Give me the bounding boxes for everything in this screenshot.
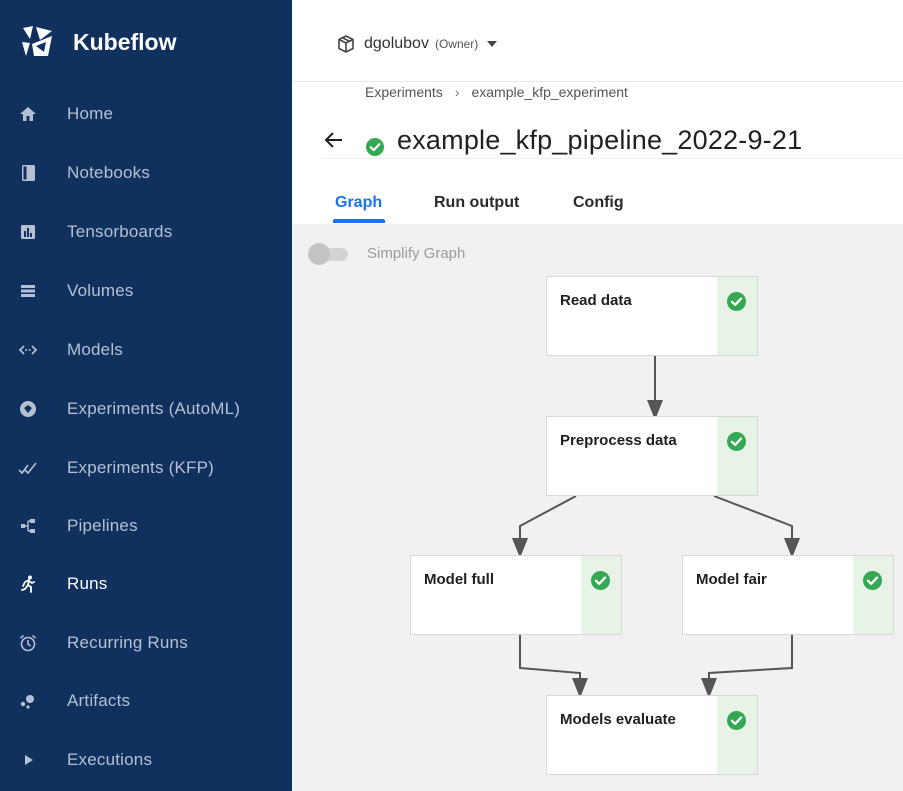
node-status — [717, 696, 757, 774]
sidebar-item-label: Volumes — [67, 281, 134, 300]
sidebar-item-volumes[interactable]: Volumes — [0, 271, 292, 311]
sidebar-item-label: Executions — [67, 750, 153, 769]
node-label: Models evaluate — [560, 711, 676, 728]
namespace-user: dgolubov — [364, 35, 429, 52]
success-check-icon — [727, 711, 746, 730]
sidebar-item-label: Artifacts — [67, 691, 131, 710]
sidebar-item-tensorboards[interactable]: Tensorboards — [0, 212, 292, 252]
tab-run-output[interactable]: Run output — [434, 194, 519, 212]
cube-icon — [338, 35, 354, 53]
pipeline-node-model-full[interactable]: Model full — [410, 555, 622, 635]
pipeline-node-read-data[interactable]: Read data — [546, 276, 758, 356]
node-label: Read data — [560, 292, 632, 309]
tab-bar: Graph Run output Config — [292, 180, 903, 224]
node-status — [717, 277, 757, 355]
sidebar-item-label: Home — [67, 104, 114, 123]
sidebar-item-label: Experiments (KFP) — [67, 458, 214, 477]
sidebar-item-artifacts[interactable]: Artifacts — [0, 681, 292, 721]
page-title: example_kfp_pipeline_2022-9-21 — [397, 124, 803, 155]
sidebar-item-notebooks[interactable]: Notebooks — [0, 153, 292, 193]
automl-icon — [20, 401, 36, 417]
sidebar-item-label: Runs — [67, 574, 108, 593]
pipeline-node-model-fair[interactable]: Model fair — [682, 555, 894, 635]
sidebar-item-recurring-runs[interactable]: Recurring Runs — [0, 623, 292, 663]
namespace-role: (Owner) — [434, 37, 479, 51]
edge-model-full-to-evaluate — [519, 635, 588, 698]
sidebar-item-label: Pipelines — [67, 516, 138, 535]
success-check-icon — [727, 292, 746, 311]
sidebar-item-label: Tensorboards — [67, 222, 173, 241]
node-status — [853, 556, 893, 634]
title-row: example_kfp_pipeline_2022-9-21 — [322, 122, 802, 158]
tensorboard-icon — [21, 225, 35, 239]
breadcrumb-experiment[interactable]: example_kfp_experiment — [471, 84, 627, 100]
divider — [322, 158, 903, 159]
pipelines-icon — [21, 519, 35, 533]
kubeflow-logo-icon — [22, 26, 52, 56]
edge-preprocess-to-model-fair — [713, 495, 800, 558]
sidebar-item-models[interactable]: Models — [0, 330, 292, 370]
sidebar-item-experiments-automl[interactable]: Experiments (AutoML) — [0, 389, 292, 429]
pipeline-node-preprocess-data[interactable]: Preprocess data — [546, 416, 758, 496]
success-check-icon — [727, 432, 746, 451]
namespace-selector[interactable]: dgolubov (Owner) — [336, 30, 498, 58]
breadcrumb-experiments[interactable]: Experiments — [365, 84, 443, 100]
volumes-icon — [21, 285, 35, 297]
sidebar-item-pipelines[interactable]: Pipelines — [0, 506, 292, 546]
runs-icon — [21, 575, 35, 593]
node-status — [717, 417, 757, 495]
sidebar-item-label: Recurring Runs — [67, 633, 188, 652]
alarm-clock-icon — [19, 634, 37, 652]
kubeflow-app: Kubeflow Home Notebooks Tensorboards Vol… — [0, 0, 903, 791]
main-content: dgolubov (Owner) Experiments › example_k… — [292, 0, 903, 791]
sidebar-item-executions[interactable]: Executions — [0, 740, 292, 780]
node-status — [581, 556, 621, 634]
edge-model-fair-to-evaluate — [701, 635, 793, 698]
pipeline-graph: Simplify Graph Read data Preprocess data — [292, 224, 903, 791]
sidebar-item-label: Models — [67, 340, 124, 359]
sidebar-item-label: Experiments (AutoML) — [67, 399, 241, 418]
models-icon — [18, 345, 38, 355]
breadcrumb-separator: › — [454, 84, 460, 100]
sidebar-item-label: Notebooks — [67, 163, 151, 182]
success-check-icon — [863, 571, 882, 590]
sidebar-item-home[interactable]: Home — [0, 94, 292, 134]
back-arrow-icon[interactable] — [322, 128, 346, 152]
node-label: Preprocess data — [560, 432, 677, 449]
tab-config[interactable]: Config — [573, 194, 624, 212]
caret-down-icon — [487, 41, 498, 47]
brand[interactable]: Kubeflow — [18, 22, 177, 62]
experiments-kfp-icon — [18, 462, 37, 475]
tab-graph[interactable]: Graph — [335, 194, 382, 212]
node-label: Model full — [424, 571, 494, 588]
pipeline-node-models-evaluate[interactable]: Models evaluate — [546, 695, 758, 775]
sidebar-item-experiments-kfp[interactable]: Experiments (KFP) — [0, 448, 292, 488]
sidebar-item-runs[interactable]: Runs — [0, 564, 292, 604]
notebook-icon — [22, 165, 35, 181]
success-check-icon — [591, 571, 610, 590]
success-check-icon — [366, 138, 384, 156]
sidebar: Kubeflow Home Notebooks Tensorboards Vol… — [0, 0, 292, 791]
breadcrumb: Experiments › example_kfp_experiment — [365, 84, 628, 100]
edge-preprocess-to-model-full — [512, 495, 577, 558]
home-icon — [20, 107, 36, 121]
active-tab-indicator — [333, 219, 385, 223]
top-bar: dgolubov (Owner) — [292, 8, 903, 82]
node-label: Model fair — [696, 571, 767, 588]
play-icon — [25, 755, 33, 765]
artifacts-icon — [20, 695, 34, 709]
brand-name: Kubeflow — [73, 28, 177, 55]
